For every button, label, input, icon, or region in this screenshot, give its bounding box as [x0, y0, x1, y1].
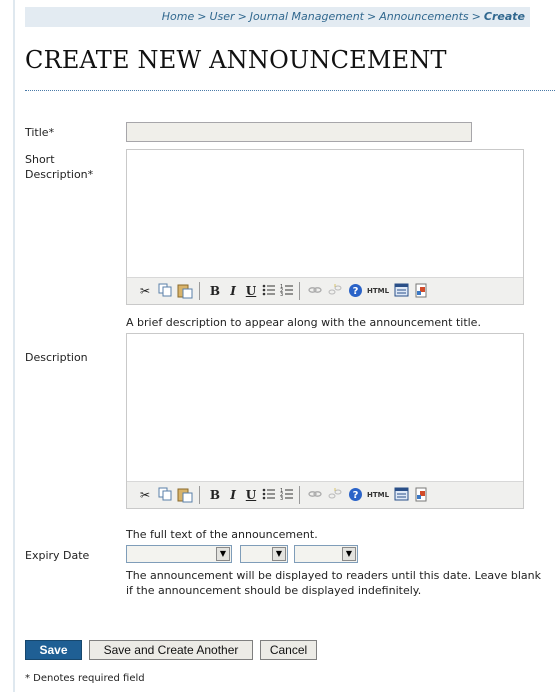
breadcrumb-announcements-link[interactable]: Announcements — [379, 10, 468, 23]
description-toolbar: ✂ B I U 123 ? HTML — [127, 481, 523, 508]
save-button[interactable]: Save — [25, 640, 82, 660]
numbered-list-icon[interactable]: 123 — [279, 283, 295, 299]
required-field-note: * Denotes required field — [25, 673, 145, 684]
short-description-editor[interactable]: ✂ B I U 123 ? HTML — [126, 149, 524, 305]
svg-text:?: ? — [352, 286, 358, 297]
image-icon[interactable] — [413, 283, 429, 299]
bold-icon[interactable]: B — [207, 283, 223, 299]
description-textarea[interactable] — [127, 334, 523, 481]
html-icon[interactable]: HTML — [367, 487, 389, 503]
expiry-month-select[interactable]: ▼ — [126, 545, 232, 563]
title-label: Title* — [25, 126, 55, 139]
page-title: CREATE NEW ANNOUNCEMENT — [25, 46, 447, 74]
copy-icon[interactable] — [157, 487, 173, 503]
breadcrumb: Home > User > Journal Management > Announcemen… — [25, 7, 530, 27]
svg-text:3: 3 — [280, 292, 283, 297]
breadcrumb-separator: > — [471, 10, 481, 23]
fullscreen-icon[interactable] — [393, 487, 409, 503]
italic-icon[interactable]: I — [225, 283, 241, 299]
bullet-list-icon[interactable] — [261, 283, 277, 299]
numbered-list-icon[interactable]: 123 — [279, 487, 295, 503]
underline-icon[interactable]: U — [243, 283, 259, 299]
short-description-toolbar: ✂ B I U 123 ? HTML — [127, 277, 523, 304]
cancel-button[interactable]: Cancel — [260, 640, 317, 660]
breadcrumb-separator: > — [366, 10, 377, 23]
breadcrumb-journal-management-link[interactable]: Journal Management — [250, 10, 364, 23]
description-help: The full text of the announcement. — [126, 528, 318, 541]
svg-text:?: ? — [352, 490, 358, 501]
unlink-icon[interactable] — [327, 283, 343, 299]
bullet-list-icon[interactable] — [261, 487, 277, 503]
toolbar-separator — [299, 486, 300, 504]
expiry-date-label: Expiry Date — [25, 549, 90, 562]
expiry-date-help: The announcement will be displayed to re… — [126, 569, 542, 597]
description-label: Description — [25, 351, 88, 364]
cut-icon[interactable]: ✂ — [137, 487, 153, 503]
image-icon[interactable] — [413, 487, 429, 503]
breadcrumb-user-link[interactable]: User — [209, 10, 234, 23]
copy-icon[interactable] — [157, 283, 173, 299]
toolbar-separator — [199, 486, 200, 504]
underline-icon[interactable]: U — [243, 487, 259, 503]
paste-icon[interactable] — [177, 487, 193, 503]
help-icon[interactable]: ? — [347, 487, 363, 503]
svg-text:3: 3 — [280, 496, 283, 501]
help-icon[interactable]: ? — [347, 283, 363, 299]
left-border — [13, 0, 15, 692]
expiry-year-select[interactable]: ▼ — [294, 545, 358, 563]
link-icon[interactable] — [307, 487, 323, 503]
paste-icon[interactable] — [177, 283, 193, 299]
short-description-textarea[interactable] — [127, 150, 523, 277]
bold-icon[interactable]: B — [207, 487, 223, 503]
breadcrumb-separator: > — [237, 10, 247, 23]
cut-icon[interactable]: ✂ — [137, 283, 153, 299]
title-input[interactable] — [126, 122, 472, 142]
breadcrumb-home-link[interactable]: Home — [162, 10, 194, 23]
breadcrumb-separator: > — [197, 10, 207, 23]
breadcrumb-current[interactable]: Create — [484, 10, 525, 23]
title-divider — [25, 90, 555, 91]
fullscreen-icon[interactable] — [393, 283, 409, 299]
html-icon[interactable]: HTML — [367, 283, 389, 299]
italic-icon[interactable]: I — [225, 487, 241, 503]
toolbar-separator — [299, 282, 300, 300]
short-description-label: Short Description* — [25, 153, 94, 181]
toolbar-separator — [199, 282, 200, 300]
short-description-help: A brief description to appear along with… — [126, 316, 481, 329]
chevron-down-icon[interactable]: ▼ — [342, 547, 356, 561]
link-icon[interactable] — [307, 283, 323, 299]
unlink-icon[interactable] — [327, 487, 343, 503]
chevron-down-icon[interactable]: ▼ — [272, 547, 286, 561]
chevron-down-icon[interactable]: ▼ — [216, 547, 230, 561]
expiry-day-select[interactable]: ▼ — [240, 545, 288, 563]
save-and-create-another-button[interactable]: Save and Create Another — [89, 640, 253, 660]
description-editor[interactable]: ✂ B I U 123 ? HTML — [126, 333, 524, 509]
